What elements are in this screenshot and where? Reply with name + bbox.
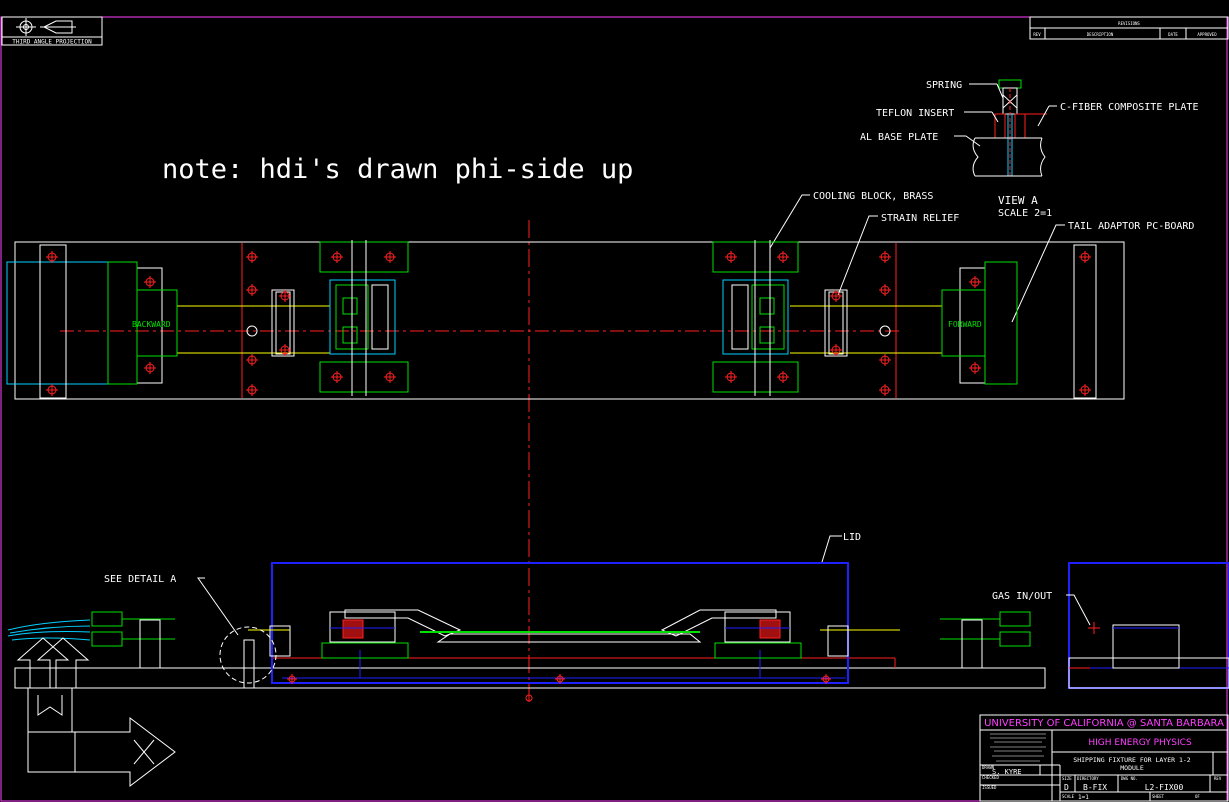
forward-label: FORWARD xyxy=(948,320,982,329)
revisions-table: REVISIONS REV DESCRIPTION DATE APPROVED xyxy=(1029,16,1229,40)
size-value: D xyxy=(1064,783,1069,792)
directory-label: DIRECTORY xyxy=(1077,776,1099,781)
sheet-of-label: OF xyxy=(1195,794,1200,799)
size-label: SIZE xyxy=(1062,776,1072,781)
see-detail-label: SEE DETAIL A xyxy=(104,574,176,585)
directory-value: B-FIX xyxy=(1083,783,1107,792)
drawing-sheet: THIRD ANGLE PROJECTION REVISIONS REV DES… xyxy=(0,16,1229,802)
view-arrows xyxy=(16,637,176,788)
cad-drawing-canvas: THIRD ANGLE PROJECTION REVISIONS REV DES… xyxy=(0,0,1229,802)
c-fiber-plate-label: C-FIBER COMPOSITE PLATE xyxy=(1060,102,1198,113)
department-name: HIGH ENERGY PHYSICS xyxy=(1088,738,1192,748)
university-name: UNIVERSITY OF CALIFORNIA @ SANTA BARBARA xyxy=(984,718,1224,729)
scale-label: SCALE xyxy=(1062,794,1075,799)
rev-col-rev: REV xyxy=(1033,32,1041,37)
spring-label: SPRING xyxy=(926,80,962,91)
lid-label: LID xyxy=(843,532,861,543)
drawing-title-line2: MODULE xyxy=(1120,764,1144,772)
view-a-scale: SCALE 2=1 xyxy=(998,208,1052,219)
tail-adaptor-label: TAIL ADAPTOR PC-BOARD xyxy=(1068,221,1194,232)
backward-label: BACKWARD xyxy=(132,320,171,329)
projection-symbol: THIRD ANGLE PROJECTION xyxy=(1,16,103,46)
dwg-no-label: DWG NO. xyxy=(1121,776,1138,781)
teflon-insert-label: TEFLON INSERT xyxy=(876,108,954,119)
al-base-plate-label: AL BASE PLATE xyxy=(860,132,938,143)
sheet-label: SHEET xyxy=(1152,794,1165,799)
side-view: LID SEE DETAIL A xyxy=(7,532,1046,702)
top-callouts: COOLING BLOCK, BRASS STRAIN RELIEF TAIL … xyxy=(769,191,1194,323)
cooling-block-label: COOLING BLOCK, BRASS xyxy=(813,191,933,202)
scale-value: 1=1 xyxy=(1078,794,1089,801)
checked-label: CHECKED xyxy=(982,775,999,780)
strain-relief-label: STRAIN RELIEF xyxy=(881,213,959,224)
gas-label: GAS IN/OUT xyxy=(992,591,1052,602)
view-a-title: VIEW A xyxy=(998,194,1038,207)
rev-label: REV xyxy=(1214,776,1222,781)
dwg-no-value: L2-FIX00 xyxy=(1145,783,1184,792)
rev-col-description: DESCRIPTION xyxy=(1087,32,1114,37)
issued-label: ISSUED xyxy=(982,785,997,790)
plan-view: BACKWARD FORWARD xyxy=(6,240,1125,400)
projection-label: THIRD ANGLE PROJECTION xyxy=(12,39,92,46)
drawing-title-line1: SHIPPING FIXTURE FOR LAYER 1-2 xyxy=(1073,756,1190,764)
rev-col-approved: APPROVED xyxy=(1197,32,1217,37)
rev-col-date: DATE xyxy=(1168,32,1178,37)
revisions-title: REVISIONS xyxy=(1118,21,1140,26)
title-block: UNIVERSITY OF CALIFORNIA @ SANTA BARBARA… xyxy=(979,714,1229,802)
note-text: note: hdi's drawn phi-side up xyxy=(162,154,633,185)
